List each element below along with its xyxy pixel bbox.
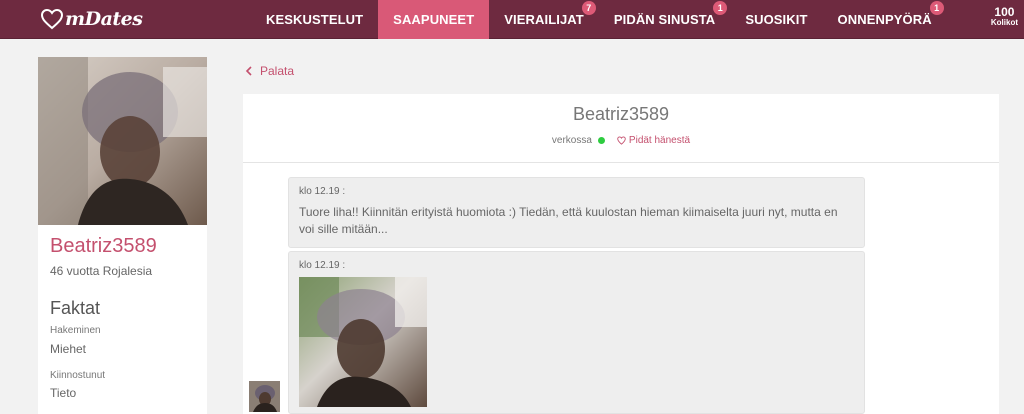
facts-heading: Faktat xyxy=(50,298,101,318)
coins-label: Kolikot xyxy=(990,18,1018,28)
nav-tab-pidan-sinusta[interactable]: PIDÄN SINUSTA 1 xyxy=(599,0,730,39)
notification-badge: 1 xyxy=(713,1,728,15)
conversation-status-row: verkossa Pidät hänestä xyxy=(243,135,999,146)
nav-tab-suosikit[interactable]: SUOSIKIT xyxy=(730,0,822,39)
online-status-text: verkossa xyxy=(551,135,592,146)
profile-card: Beatriz3589 46 vuotta Rojalesia Faktat H… xyxy=(38,57,207,414)
chevron-left-icon xyxy=(245,66,252,76)
conversation-username[interactable]: Beatriz3589 xyxy=(243,104,999,125)
online-dot-icon xyxy=(597,137,605,144)
message-time: klo 12.19 : xyxy=(299,260,346,271)
app-logo[interactable]: mDates xyxy=(40,6,143,32)
heart-outline-icon xyxy=(617,136,626,145)
message-list: klo 12.19 : Tuore liha!! Kiinnitän erity… xyxy=(243,163,999,414)
nav-tab-label: KESKUSTELUT xyxy=(266,12,364,27)
photo-attachment[interactable] xyxy=(299,277,427,407)
notification-badge: 1 xyxy=(929,1,944,15)
nav-tab-label: SUOSIKIT xyxy=(745,12,808,27)
fact-label-seeking: Hakeminen xyxy=(50,325,101,336)
message-text: Tuore liha!! Kiinnitän erityistä huomiot… xyxy=(299,205,838,236)
profile-username: Beatriz3589 xyxy=(50,235,157,257)
nav-tab-onnenpyora[interactable]: ONNENPYÖRÄ 1 xyxy=(823,0,947,39)
like-button[interactable]: Pidät hänestä xyxy=(617,135,690,146)
coins-counter[interactable]: 100 Kolikot xyxy=(990,5,1018,28)
nav-tab-label: PIDÄN SINUSTA xyxy=(613,12,716,27)
main-nav: KESKUSTELUT SAAPUNEET VIERAILIJAT 7 PIDÄ… xyxy=(251,0,947,39)
app-name: mDates xyxy=(65,8,143,30)
back-link[interactable]: Palata xyxy=(245,64,294,78)
back-link-label: Palata xyxy=(260,64,295,78)
nav-tab-label: ONNENPYÖRÄ xyxy=(837,12,932,27)
fact-label-interested: Kiinnostunut xyxy=(50,370,106,381)
nav-tab-vierailijat[interactable]: VIERAILIJAT 7 xyxy=(489,0,599,39)
fact-value-seeking: Miehet xyxy=(50,342,87,356)
message-bubble: klo 12.19 : xyxy=(288,251,865,414)
profile-photo[interactable] xyxy=(38,57,207,225)
heart-logo-icon xyxy=(40,8,64,30)
message-bubble: klo 12.19 : Tuore liha!! Kiinnitän erity… xyxy=(288,177,865,248)
nav-tab-label: VIERAILIJAT xyxy=(504,12,584,27)
profile-age-location: 46 vuotta Rojalesia xyxy=(50,264,153,278)
conversation-header: Beatriz3589 verkossa Pidät hänestä xyxy=(243,94,999,163)
sender-avatar[interactable] xyxy=(249,381,280,412)
fact-value-interested: Tieto xyxy=(50,386,77,400)
notification-badge: 7 xyxy=(581,1,596,15)
message-time: klo 12.19 : xyxy=(299,186,346,197)
like-label: Pidät hänestä xyxy=(628,135,691,146)
nav-tab-label: SAAPUNEET xyxy=(393,12,475,27)
nav-tab-saapuneet[interactable]: SAAPUNEET xyxy=(378,0,490,39)
top-navigation-bar: mDates KESKUSTELUT SAAPUNEET VIERAILIJAT… xyxy=(0,0,1024,39)
nav-tab-keskustelut[interactable]: KESKUSTELUT xyxy=(251,0,378,39)
